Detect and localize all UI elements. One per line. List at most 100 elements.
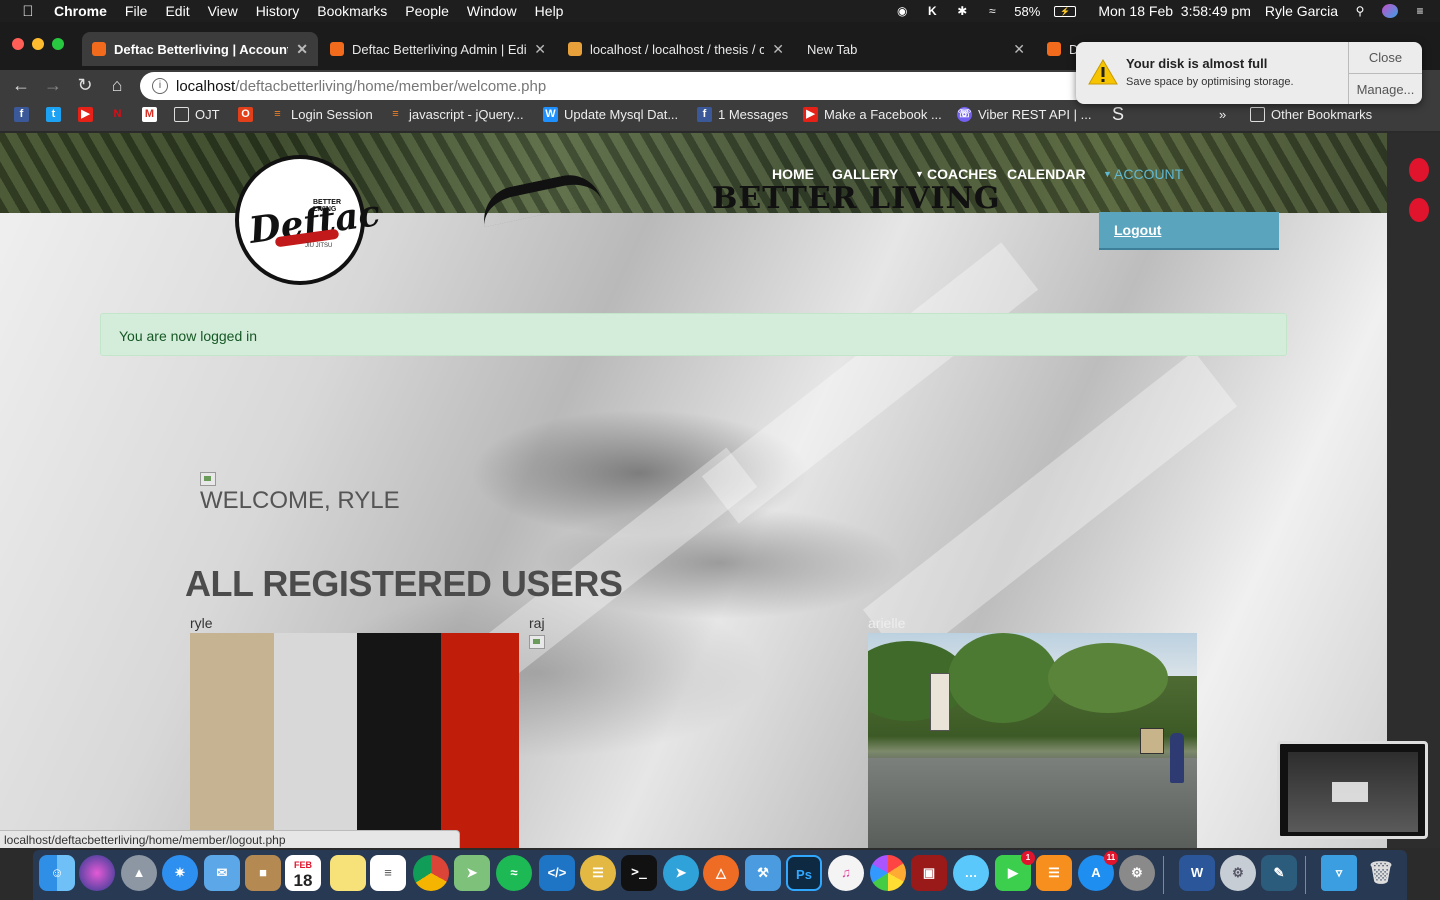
terminal-icon[interactable]: >_	[621, 855, 657, 891]
close-tab-icon[interactable]: ✕	[772, 41, 784, 58]
reminders-icon[interactable]: ≡	[370, 855, 406, 891]
nav-calendar[interactable]: CALENDAR	[1007, 166, 1086, 182]
spotlight-search-icon[interactable]: ⚲	[1352, 4, 1368, 18]
bookmark-facebook[interactable]: f	[14, 107, 35, 122]
close-window-button[interactable]	[12, 38, 24, 50]
user-avatar-ryle-swatch-1[interactable]	[190, 633, 274, 848]
calendar-icon[interactable]: FEB 18	[285, 855, 321, 891]
mysql-workbench-icon[interactable]: ✎	[1261, 855, 1297, 891]
ibooks-icon[interactable]: ☰	[1036, 855, 1072, 891]
bookmark-youtube[interactable]: ▶	[78, 107, 99, 122]
notification-center-icon[interactable]: ≡	[1412, 4, 1428, 18]
tab-phpmyadmin[interactable]: localhost / localhost / thesis / c ✕	[558, 32, 794, 66]
creative-cloud-icon[interactable]: ◉	[894, 4, 910, 18]
bookmark-netflix[interactable]: N	[110, 107, 131, 122]
bookmarks-overflow-chevron-icon[interactable]: »	[1219, 107, 1226, 122]
menu-edit[interactable]: Edit	[165, 3, 189, 19]
maps-icon[interactable]: ➤	[454, 855, 490, 891]
user-avatar-ryle-swatch-2[interactable]	[274, 633, 357, 848]
k-app-icon[interactable]: K	[924, 4, 940, 18]
tab-new-tab[interactable]: New Tab ✕	[797, 32, 1035, 66]
wifi-icon[interactable]: ≈	[984, 4, 1000, 18]
downloads-folder-icon[interactable]: ▿	[1321, 855, 1357, 891]
mail-icon[interactable]: ✉	[204, 855, 240, 891]
bookmark-gmail[interactable]: M	[142, 107, 163, 122]
menu-window[interactable]: Window	[467, 3, 517, 19]
close-tab-icon[interactable]: ✕	[296, 41, 308, 58]
chrome-icon[interactable]	[413, 855, 449, 891]
nav-coaches-caret-icon[interactable]: ▼	[915, 169, 924, 179]
bookmark-office[interactable]: O	[238, 107, 259, 122]
bookmark-messages[interactable]: f 1 Messages	[697, 107, 788, 122]
photos-icon[interactable]	[870, 855, 906, 891]
user-avatar-ryle-swatch-3[interactable]	[357, 633, 441, 848]
word-icon[interactable]: W	[1179, 855, 1215, 891]
launchpad-icon[interactable]: ▲	[121, 855, 157, 891]
messages-icon[interactable]: …	[953, 855, 989, 891]
brave-icon[interactable]: △	[703, 855, 739, 891]
menu-history[interactable]: History	[256, 3, 300, 19]
menu-datetime[interactable]: Mon 18 Feb 3:58:49 pm	[1098, 3, 1251, 19]
nav-gallery[interactable]: GALLERY	[832, 166, 898, 182]
spotify-icon[interactable]: ≈	[496, 855, 532, 891]
siri-icon[interactable]	[1382, 4, 1398, 18]
nav-coaches[interactable]: COACHES	[927, 166, 997, 182]
notification-manage-button[interactable]: Manage...	[1349, 73, 1422, 104]
screenshot-thumbnail[interactable]	[1277, 741, 1428, 839]
tab-deftac-admin[interactable]: Deftac Betterliving Admin | Edi ✕	[320, 32, 556, 66]
forward-arrow-icon[interactable]: →	[42, 74, 64, 96]
bookmark-s[interactable]: S	[1112, 104, 1124, 125]
address-bar[interactable]: i localhost /deftacbetterliving/home/mem…	[140, 72, 1240, 100]
bookmark-folder-ojt[interactable]: OJT	[174, 107, 220, 122]
reload-icon[interactable]: ↻	[74, 74, 96, 96]
menu-people[interactable]: People	[405, 3, 449, 19]
notes-icon[interactable]	[330, 855, 366, 891]
photoshop-icon[interactable]: Ps	[786, 855, 822, 891]
maximize-window-button[interactable]	[52, 38, 64, 50]
contacts-icon[interactable]: ■	[245, 855, 281, 891]
trash-icon[interactable]: 🗑	[1363, 855, 1399, 891]
notification-close-button[interactable]: Close	[1349, 42, 1422, 73]
nav-account[interactable]: ACCOUNT	[1114, 166, 1183, 182]
app-store-icon[interactable]: A 11	[1078, 851, 1118, 891]
itunes-icon[interactable]: ♫	[828, 855, 864, 891]
safari-icon[interactable]: ✷	[162, 855, 198, 891]
user-avatar-arielle-photo[interactable]	[868, 633, 1197, 848]
nav-account-caret-icon[interactable]: ▼	[1103, 169, 1112, 179]
bookmark-viber[interactable]: ☏ Viber REST API | ...	[957, 107, 1091, 122]
apple-menu-icon[interactable]: 	[18, 3, 38, 20]
menu-view[interactable]: View	[208, 3, 238, 19]
bookmark-login-session[interactable]: ≡ Login Session	[270, 107, 372, 122]
bookmark-other-bookmarks[interactable]: Other Bookmarks	[1250, 107, 1372, 122]
deftac-logo[interactable]: BETTER LIVING Deftac JIU JITSU	[235, 155, 383, 285]
sequel-pro-icon[interactable]: ☰	[580, 855, 616, 891]
battery-percentage[interactable]: 58%	[1014, 4, 1040, 19]
menu-user-name[interactable]: Ryle Garcia	[1265, 3, 1338, 19]
tab-deftac-account[interactable]: Deftac Betterliving | Account ✕	[82, 32, 318, 66]
menu-help[interactable]: Help	[535, 3, 564, 19]
bluetooth-icon[interactable]: ✱	[954, 4, 970, 18]
disk-full-notification[interactable]: Your disk is almost full Save space by o…	[1076, 42, 1422, 104]
photo-booth-icon[interactable]: ▣	[911, 855, 947, 891]
bookmark-twitter[interactable]: t	[46, 107, 67, 122]
facetime-icon[interactable]: ▶ 1	[995, 851, 1035, 891]
home-icon[interactable]: ⌂	[106, 74, 128, 96]
siri-icon[interactable]	[79, 855, 115, 891]
xcode-icon[interactable]: ⚒	[745, 855, 781, 891]
user-avatar-ryle-swatch-4[interactable]	[441, 633, 519, 848]
info-icon[interactable]: i	[152, 78, 168, 94]
system-preferences-icon[interactable]: ⚙	[1119, 855, 1155, 891]
nav-home[interactable]: HOME	[772, 166, 814, 182]
bookmark-make-facebook[interactable]: ▶ Make a Facebook ...	[803, 107, 942, 122]
user-avatar-raj-broken-image-icon[interactable]	[529, 635, 545, 649]
vscode-icon[interactable]: </>	[539, 855, 575, 891]
logout-link[interactable]: Logout	[1114, 222, 1161, 238]
menu-file[interactable]: File	[125, 3, 148, 19]
utility-gear-icon[interactable]: ⚙	[1220, 855, 1256, 891]
battery-icon[interactable]: ⚡	[1054, 5, 1077, 17]
bookmark-update-mysql[interactable]: W Update Mysql Dat...	[543, 107, 678, 122]
menu-app-name[interactable]: Chrome	[54, 3, 107, 19]
minimize-window-button[interactable]	[32, 38, 44, 50]
finder-icon[interactable]: ☺	[39, 855, 75, 891]
back-arrow-icon[interactable]: ←	[10, 74, 32, 96]
